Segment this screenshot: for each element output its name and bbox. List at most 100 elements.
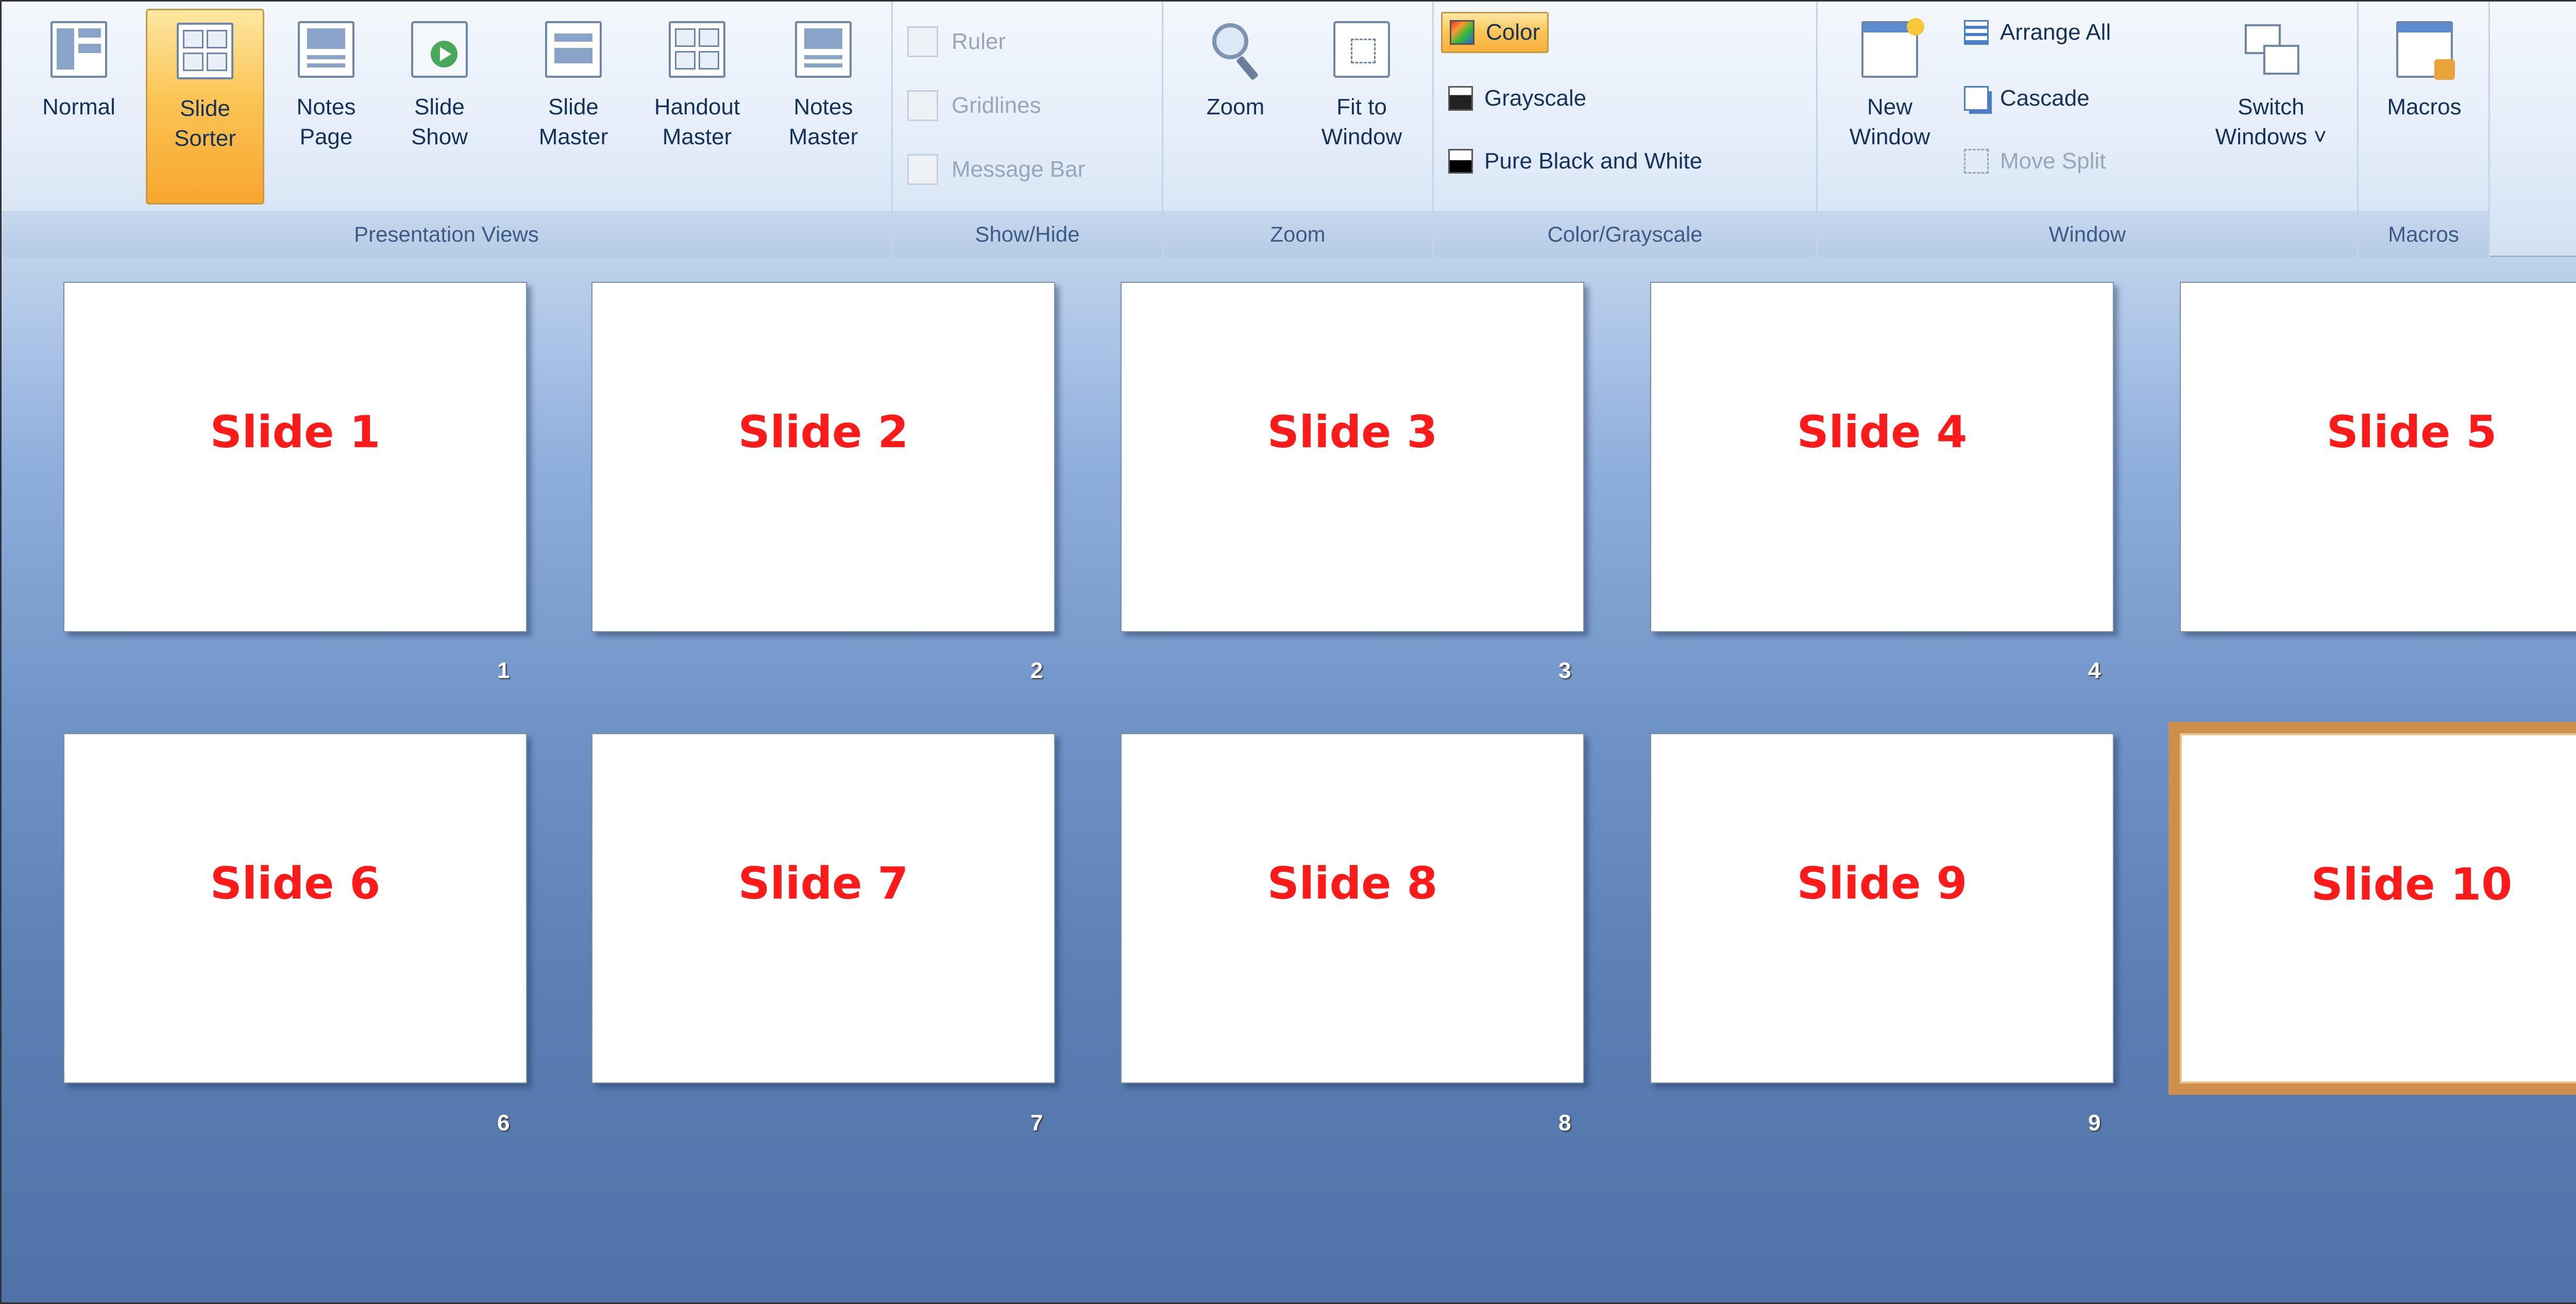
new-star-icon <box>1907 18 1924 36</box>
slide-master-icon <box>545 21 602 78</box>
cascade-button[interactable]: Cascade <box>1957 78 2097 119</box>
slide-show-icon <box>411 21 468 78</box>
ruler-checkbox[interactable]: Ruler <box>907 21 1006 62</box>
handout-master-label: Handout Master <box>654 94 740 149</box>
notes-master-label: Notes Master <box>788 94 858 149</box>
switch-windows-icon <box>2243 21 2299 78</box>
slide-number: 7 <box>1030 1110 1043 1136</box>
slide-thumbnail-2[interactable]: Slide 2 <box>591 282 1055 632</box>
slide-number: 8 <box>1558 1110 1571 1136</box>
group-label-presentation-views: Presentation Views <box>2 211 891 257</box>
group-color-grayscale: Color Grayscale Pure Black and White Col… <box>1434 2 1818 257</box>
notes-page-label: Notes Page <box>296 94 356 149</box>
slide-thumbnail-7[interactable]: Slide 7 <box>591 733 1055 1083</box>
color-label: Color <box>1486 20 1540 45</box>
group-label-zoom: Zoom <box>1163 211 1432 257</box>
notes-page-button[interactable]: Notes Page <box>275 9 378 205</box>
slide-title: Slide 6 <box>210 858 381 909</box>
slide-title: Slide 5 <box>2326 407 2497 458</box>
grayscale-button[interactable]: Grayscale <box>1441 78 1594 119</box>
slide-title: Slide 4 <box>1797 407 1968 458</box>
slide-number: 4 <box>2088 658 2101 683</box>
grayscale-label: Grayscale <box>1484 86 1587 111</box>
fit-to-window-button[interactable]: Fit to Window <box>1302 9 1421 205</box>
new-window-label: New Window <box>1849 94 1930 149</box>
gridlines-checkbox-box[interactable] <box>907 90 938 121</box>
pure-black-white-label: Pure Black and White <box>1484 148 1703 174</box>
switch-windows-label: Switch Windows ˅ <box>2215 94 2327 149</box>
group-label-window: Window <box>1818 211 2357 257</box>
ruler-checkbox-box[interactable] <box>907 26 938 57</box>
arrange-all-label: Arrange All <box>2000 20 2111 45</box>
slide-thumbnail-3[interactable]: Slide 3 <box>1121 282 1584 632</box>
zoom-button[interactable]: Zoom <box>1184 9 1287 205</box>
slide-show-label: Slide Show <box>411 94 468 149</box>
slide-master-button[interactable]: Slide Master <box>522 9 625 205</box>
slide-title: Slide 7 <box>738 858 909 909</box>
notes-master-icon <box>795 21 852 78</box>
group-label-color-grayscale: Color/Grayscale <box>1434 211 1816 257</box>
switch-windows-button[interactable]: Switch Windows ˅ <box>2199 9 2343 205</box>
slide-title: Slide 3 <box>1267 407 1438 458</box>
slide-sorter-label: Slide Sorter <box>174 96 236 151</box>
powerpoint-window: Normal Slide Sorter Notes Page Slide Sho… <box>0 0 2576 1304</box>
magnifier-icon <box>1207 21 1264 81</box>
slide-number: 6 <box>497 1110 510 1136</box>
handout-master-icon <box>669 21 725 78</box>
new-window-button[interactable]: New Window <box>1828 9 1952 205</box>
group-macros: Macros Macros <box>2359 2 2490 257</box>
slide-thumbnail-9[interactable]: Slide 9 <box>1650 733 2114 1083</box>
normal-view-label: Normal <box>42 94 115 120</box>
message-bar-checkbox-box[interactable] <box>907 154 938 185</box>
message-bar-checkbox[interactable]: Message Bar <box>907 149 1085 190</box>
group-label-show-hide: Show/Hide <box>893 211 1162 257</box>
new-window-icon <box>1861 18 1924 78</box>
slide-thumbnail-1[interactable]: Slide 1 <box>63 282 527 632</box>
slide-master-label: Slide Master <box>538 94 608 149</box>
slide-number: 3 <box>1558 658 1571 683</box>
black-white-swatch-icon <box>1448 149 1473 174</box>
fit-to-window-icon <box>1333 21 1390 78</box>
group-zoom: Zoom Fit to Window Zoom <box>1163 2 1434 257</box>
group-window: New Window Arrange All Cascade Move Spli… <box>1818 2 2359 257</box>
gridlines-label: Gridlines <box>952 93 1041 118</box>
slide-thumbnail-10-selected[interactable]: Slide 10 <box>2168 722 2576 1095</box>
slide-show-button[interactable]: Slide Show <box>388 9 491 205</box>
message-bar-label: Message Bar <box>952 157 1086 182</box>
pure-black-white-button[interactable]: Pure Black and White <box>1441 141 1709 182</box>
slide-thumbnail-6[interactable]: Slide 6 <box>63 733 527 1083</box>
group-label-macros: Macros <box>2359 211 2488 257</box>
slide-number: 1 <box>497 658 510 683</box>
slide-title: Slide 9 <box>1797 858 1968 909</box>
slide-thumbnail-4[interactable]: Slide 4 <box>1650 282 2114 632</box>
grayscale-swatch-icon <box>1448 86 1473 111</box>
view-ribbon: Normal Slide Sorter Notes Page Slide Sho… <box>2 2 2576 257</box>
color-button[interactable]: Color <box>1441 12 1549 53</box>
cascade-icon <box>1964 86 1989 111</box>
slide-title: Slide 1 <box>210 407 381 458</box>
notes-page-icon <box>298 21 354 78</box>
gridlines-checkbox[interactable]: Gridlines <box>907 85 1041 126</box>
slide-title: Slide 10 <box>2311 859 2513 910</box>
move-split-label: Move Split <box>2000 148 2106 174</box>
color-swatch-icon <box>1450 20 1475 45</box>
macros-button[interactable]: Macros <box>2369 9 2480 205</box>
move-split-icon <box>1964 149 1989 174</box>
notes-master-button[interactable]: Notes Master <box>769 9 877 205</box>
slide-thumbnail-5[interactable]: Slide 5 <box>2180 282 2576 632</box>
slide-number: 9 <box>2088 1110 2101 1136</box>
move-split-button[interactable]: Move Split <box>1957 141 2113 182</box>
macros-label: Macros <box>2387 94 2462 120</box>
zoom-label: Zoom <box>1206 94 1265 120</box>
slide-sorter-button[interactable]: Slide Sorter <box>146 9 264 205</box>
arrange-all-button[interactable]: Arrange All <box>1957 12 2118 53</box>
cascade-label: Cascade <box>2000 86 2090 111</box>
group-show-hide: Ruler Gridlines Message Bar Show/Hide <box>893 2 1163 257</box>
normal-view-button[interactable]: Normal <box>22 9 135 205</box>
group-presentation-views: Normal Slide Sorter Notes Page Slide Sho… <box>2 2 893 257</box>
handout-master-button[interactable]: Handout Master <box>635 9 759 205</box>
slide-thumbnail-8[interactable]: Slide 8 <box>1121 733 1584 1083</box>
fit-to-window-label: Fit to Window <box>1321 94 1402 149</box>
slide-title: Slide 8 <box>1267 858 1438 909</box>
slide-sorter-pane: Slide 1 1 Slide 2 2 Slide 3 3 Slide 4 4 … <box>2 257 2576 1302</box>
